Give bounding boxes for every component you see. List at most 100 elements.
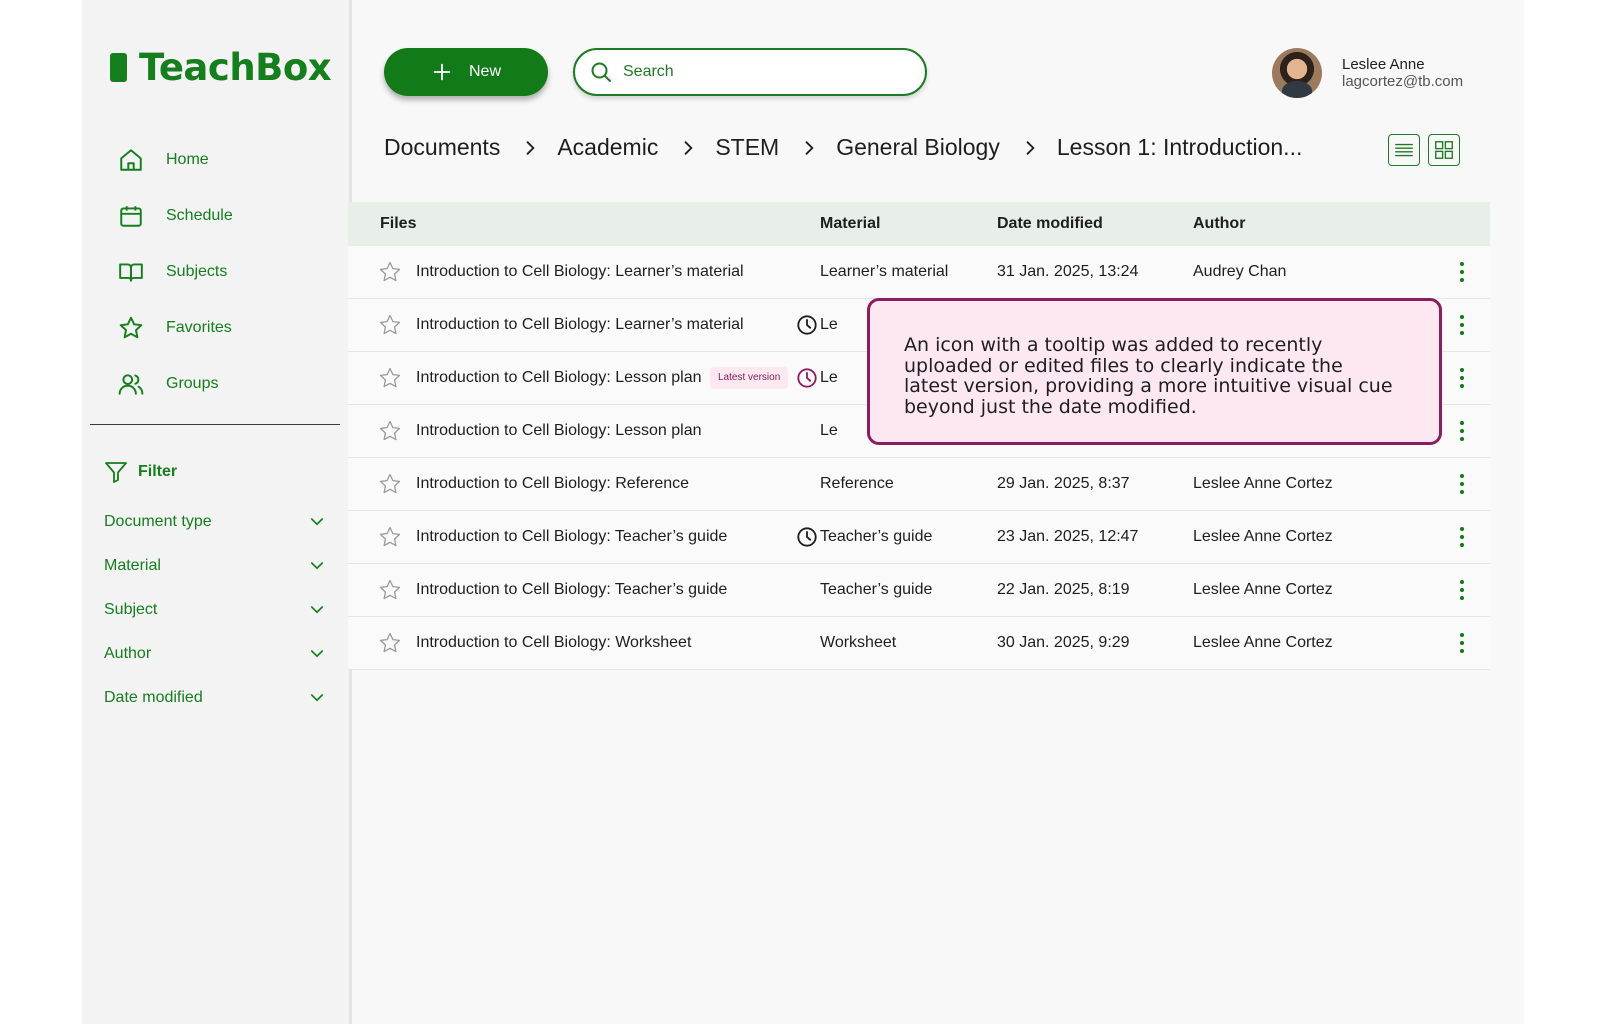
- new-button[interactable]: New: [384, 48, 548, 96]
- date-cell: 23 Jan. 2025, 12:47: [997, 528, 1139, 545]
- filter-material[interactable]: Material: [104, 544, 326, 588]
- more-options-icon[interactable]: [1459, 631, 1465, 655]
- file-name[interactable]: Introduction to Cell Biology: Learner’s …: [416, 316, 744, 334]
- avatar: [1272, 48, 1322, 98]
- sidebar-item-label: Schedule: [166, 207, 233, 224]
- search-icon: [591, 62, 611, 82]
- table-header: Files Material Date modified Author: [348, 202, 1490, 246]
- sidebar-item-label: Favorites: [166, 319, 232, 336]
- filter-label: Author: [104, 645, 152, 662]
- breadcrumb-general-biology[interactable]: General Biology: [836, 134, 1000, 161]
- filter-label: Date modified: [104, 689, 203, 706]
- actions-cell: [1433, 631, 1490, 655]
- breadcrumb-stem[interactable]: STEM: [715, 134, 779, 161]
- file-cell: Introduction to Cell Biology: Learner’s …: [348, 313, 820, 337]
- sidebar-nav: Home Schedule Subjects Favorites Groups: [118, 132, 233, 412]
- breadcrumb-lesson-1[interactable]: Lesson 1: Introduction...: [1057, 134, 1303, 161]
- material-cell: Worksheet: [820, 634, 897, 651]
- table-row[interactable]: Introduction to Cell Biology: Reference …: [348, 458, 1490, 511]
- header-author[interactable]: Author: [1193, 215, 1433, 233]
- chevron-down-icon: [310, 518, 324, 526]
- more-options-icon[interactable]: [1459, 525, 1465, 549]
- sidebar-item-favorites[interactable]: Favorites: [118, 300, 233, 356]
- favorite-star-icon[interactable]: [378, 631, 402, 655]
- file-name[interactable]: Introduction to Cell Biology: Learner’s …: [416, 263, 744, 281]
- more-options-icon[interactable]: [1459, 260, 1465, 284]
- grid-view-button[interactable]: [1428, 134, 1460, 166]
- filter-date-modified[interactable]: Date modified: [104, 676, 326, 720]
- favorite-star-icon[interactable]: [378, 472, 402, 496]
- sidebar-item-home[interactable]: Home: [118, 132, 233, 188]
- sidebar-item-label: Home: [166, 151, 209, 168]
- sidebar: TeachBox Home Schedule Subjects Favorite…: [82, 0, 352, 1024]
- file-cell: Introduction to Cell Biology: Teacher’s …: [348, 578, 820, 602]
- recent-version-clock-icon[interactable]: [796, 314, 818, 336]
- chevron-down-icon: [310, 650, 324, 658]
- new-button-label: New: [468, 63, 501, 80]
- table-row[interactable]: Introduction to Cell Biology: Learner’s …: [348, 246, 1490, 299]
- chevron-right-icon: [684, 140, 693, 155]
- sidebar-item-subjects[interactable]: Subjects: [118, 244, 233, 300]
- file-name[interactable]: Introduction to Cell Biology: Teacher’s …: [416, 528, 727, 546]
- sidebar-divider: [90, 424, 340, 425]
- more-options-icon[interactable]: [1459, 313, 1465, 337]
- more-options-icon[interactable]: [1459, 419, 1465, 443]
- filter-document-type[interactable]: Document type: [104, 500, 326, 544]
- table-row[interactable]: Introduction to Cell Biology: Teacher’s …: [348, 511, 1490, 564]
- users-icon: [118, 374, 144, 395]
- filter-heading: Filter: [104, 460, 177, 484]
- more-options-icon[interactable]: [1459, 472, 1465, 496]
- sidebar-item-schedule[interactable]: Schedule: [118, 188, 233, 244]
- filter-subject[interactable]: Subject: [104, 588, 326, 632]
- view-toggle: [1388, 134, 1460, 166]
- file-name[interactable]: Introduction to Cell Biology: Lesson pla…: [416, 369, 702, 387]
- recent-version-clock-icon[interactable]: [796, 526, 818, 548]
- table-row[interactable]: Introduction to Cell Biology: Teacher’s …: [348, 564, 1490, 617]
- favorite-star-icon[interactable]: [378, 578, 402, 602]
- more-options-icon[interactable]: [1459, 366, 1465, 390]
- recent-version-clock-icon[interactable]: [796, 367, 818, 389]
- latest-version-tooltip: Latest version: [710, 367, 789, 389]
- chevron-right-icon: [1026, 140, 1035, 155]
- date-cell: 22 Jan. 2025, 8:19: [997, 581, 1130, 598]
- favorite-star-icon[interactable]: [378, 366, 402, 390]
- filter-list: Document type Material Subject Author Da…: [104, 500, 326, 720]
- actions-cell: [1433, 472, 1490, 496]
- favorite-star-icon[interactable]: [378, 525, 402, 549]
- file-name[interactable]: Introduction to Cell Biology: Lesson pla…: [416, 422, 702, 440]
- filter-author[interactable]: Author: [104, 632, 326, 676]
- more-options-icon[interactable]: [1459, 578, 1465, 602]
- file-name[interactable]: Introduction to Cell Biology: Worksheet: [416, 634, 691, 652]
- list-view-button[interactable]: [1388, 134, 1420, 166]
- filter-label: Material: [104, 557, 161, 574]
- callout-line: uploaded or edited files to clearly indi…: [904, 354, 1343, 377]
- favorite-star-icon[interactable]: [378, 260, 402, 284]
- callout-line: An icon with a tooltip was added to rece…: [904, 334, 1323, 356]
- file-name[interactable]: Introduction to Cell Biology: Reference: [416, 475, 689, 493]
- date-cell: 29 Jan. 2025, 8:37: [997, 475, 1130, 492]
- user-email: lagcortez@tb.com: [1342, 73, 1464, 90]
- header-material[interactable]: Material: [820, 215, 997, 233]
- favorite-star-icon[interactable]: [378, 419, 402, 443]
- material-cell: Teacher’s guide: [820, 581, 933, 598]
- breadcrumb-documents[interactable]: Documents: [384, 134, 500, 161]
- user-profile[interactable]: Leslee Anne lagcortez@tb.com: [1272, 48, 1463, 98]
- file-cell: Introduction to Cell Biology: Lesson pla…: [348, 419, 820, 443]
- sidebar-item-label: Subjects: [166, 263, 228, 280]
- header-files[interactable]: Files: [348, 215, 820, 233]
- search-input[interactable]: [623, 63, 903, 81]
- file-cell: Introduction to Cell Biology: Learner’s …: [348, 260, 820, 284]
- file-name[interactable]: Introduction to Cell Biology: Teacher’s …: [416, 581, 727, 599]
- date-cell: 31 Jan. 2025, 13:24: [997, 263, 1139, 280]
- search-bar: [573, 48, 927, 96]
- logo: TeachBox: [110, 46, 332, 89]
- actions-cell: [1433, 260, 1490, 284]
- table-row[interactable]: Introduction to Cell Biology: Worksheet …: [348, 617, 1490, 670]
- chevron-down-icon: [310, 562, 324, 570]
- breadcrumb-academic[interactable]: Academic: [557, 134, 658, 161]
- favorite-star-icon[interactable]: [378, 313, 402, 337]
- header-date-modified[interactable]: Date modified: [997, 215, 1193, 233]
- author-cell: Leslee Anne Cortez: [1193, 581, 1333, 598]
- sidebar-item-groups[interactable]: Groups: [118, 356, 233, 412]
- file-cell: Introduction to Cell Biology: Worksheet: [348, 631, 820, 655]
